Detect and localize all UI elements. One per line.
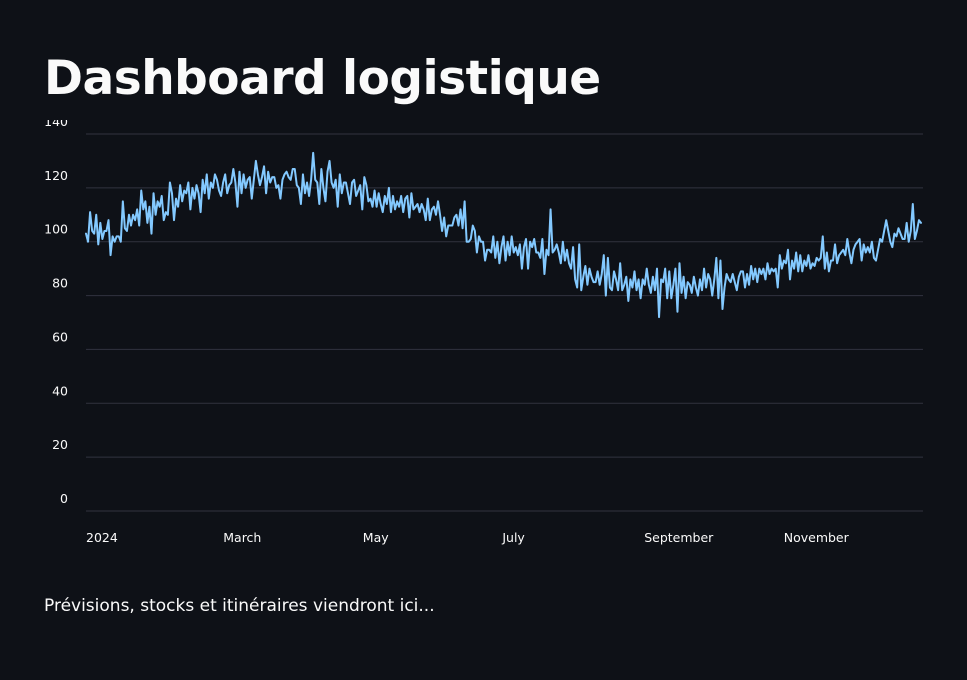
x-tick-label: September <box>644 530 714 545</box>
x-tick-label: May <box>363 530 389 545</box>
y-tick-label: 40 <box>52 383 68 398</box>
y-tick-label: 120 <box>44 168 68 183</box>
y-axis: 0 20 40 60 80 100 120 140 <box>44 120 68 506</box>
line-chart[interactable]: 0 20 40 60 80 100 120 140 2024 March May July Septe… <box>0 120 967 560</box>
caption-text: Prévisions, stocks et itinéraires viendr… <box>44 596 435 616</box>
y-tick-label: 80 <box>52 276 68 291</box>
x-tick-label: March <box>223 530 261 545</box>
x-axis: 2024 March May July September November <box>86 530 850 545</box>
chart-series <box>85 151 922 319</box>
y-tick-label: 60 <box>52 329 68 344</box>
x-tick-label: November <box>784 530 850 545</box>
x-tick-label: July <box>501 530 525 545</box>
y-tick-label: 100 <box>44 222 68 237</box>
chart-grid <box>86 133 923 512</box>
y-tick-label: 140 <box>44 120 68 129</box>
chart-canvas[interactable]: 0 20 40 60 80 100 120 140 2024 March May July Septe… <box>0 120 967 560</box>
y-tick-label: 20 <box>52 437 68 452</box>
y-tick-label: 0 <box>60 491 68 506</box>
dashboard-page: Dashboard logistique 0 20 40 60 80 100 120 140 … <box>0 0 967 680</box>
series-line-0[interactable] <box>85 151 922 319</box>
x-tick-label: 2024 <box>86 530 118 545</box>
page-title: Dashboard logistique <box>44 51 601 106</box>
